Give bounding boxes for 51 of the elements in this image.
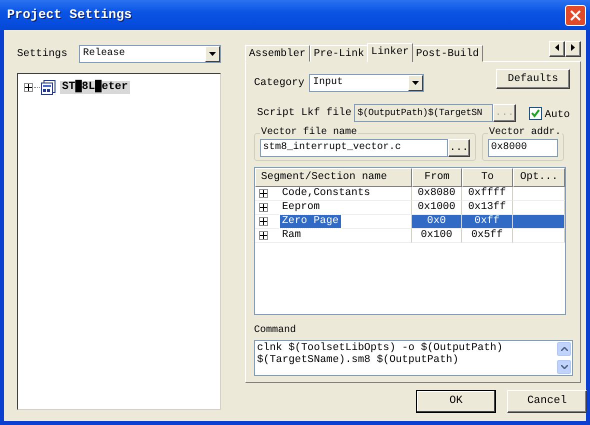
dropdown-arrow-icon xyxy=(209,52,216,56)
expand-toggle[interactable] xyxy=(259,203,268,212)
vector-file-field[interactable]: stm8_interrupt_vector.c xyxy=(260,139,448,157)
command-label: Command xyxy=(254,325,298,337)
table-cell: 0x8080 xyxy=(412,187,462,201)
tab[interactable]: Linker xyxy=(367,43,413,62)
category-dropdown[interactable]: Input xyxy=(309,74,424,92)
window-title: Project Settings xyxy=(7,7,132,23)
tab[interactable]: Post-Build xyxy=(412,45,483,62)
expand-toggle[interactable] xyxy=(24,83,33,92)
column-header[interactable]: Segment/Section name xyxy=(255,168,412,187)
auto-label: Auto xyxy=(544,108,570,122)
column-header[interactable]: From xyxy=(412,168,462,187)
table-cell: 0x5ff xyxy=(462,229,513,243)
project-icon xyxy=(41,80,56,96)
vector-address-field[interactable]: 0x8000 xyxy=(488,139,558,157)
table-cell-text: Eeprom xyxy=(281,201,321,214)
auto-checkbox[interactable] xyxy=(528,106,542,120)
script-file-label: Script Lkf file xyxy=(256,106,353,120)
settings-dropdown[interactable]: Release xyxy=(79,45,221,63)
expand-toggle[interactable] xyxy=(259,217,268,226)
close-icon xyxy=(570,10,581,20)
scroll-right-button[interactable] xyxy=(565,41,581,57)
browse-button[interactable]: ... xyxy=(448,139,470,157)
left-arrow-icon xyxy=(555,44,559,52)
tab[interactable]: Assembler xyxy=(245,45,310,62)
dialog-button[interactable]: OK xyxy=(416,390,496,413)
table-cell: 0xff xyxy=(462,215,513,229)
dialog-button[interactable]: Cancel xyxy=(507,390,587,413)
table-cell: 0x0 xyxy=(412,215,462,229)
scroll-left-button[interactable] xyxy=(549,41,565,57)
table-cell-text: Code,Constants xyxy=(281,187,372,200)
expand-toggle[interactable] xyxy=(259,189,268,198)
table-cell: 0x100 xyxy=(412,229,462,243)
table-cell-text: Ram xyxy=(281,229,302,242)
close-button[interactable] xyxy=(565,4,586,26)
scroll-down-button[interactable] xyxy=(557,360,571,374)
right-arrow-icon xyxy=(571,44,575,52)
tab[interactable]: Pre-Link xyxy=(310,45,368,62)
dropdown-arrow-icon xyxy=(412,81,419,85)
column-header[interactable]: To xyxy=(462,168,513,187)
table-cell: 0xffff xyxy=(462,187,513,201)
column-header[interactable]: Opt... xyxy=(513,168,565,187)
tree-item[interactable]: ST█8L█eter xyxy=(60,80,130,94)
defaults-button[interactable]: Defaults xyxy=(496,69,570,89)
scrollbar[interactable] xyxy=(556,341,572,375)
settings-label: Settings xyxy=(17,48,68,60)
table-cell: Zero Page xyxy=(280,215,341,228)
scroll-up-button[interactable] xyxy=(557,342,571,356)
category-label: Category xyxy=(254,76,306,90)
expand-toggle[interactable] xyxy=(259,231,268,240)
